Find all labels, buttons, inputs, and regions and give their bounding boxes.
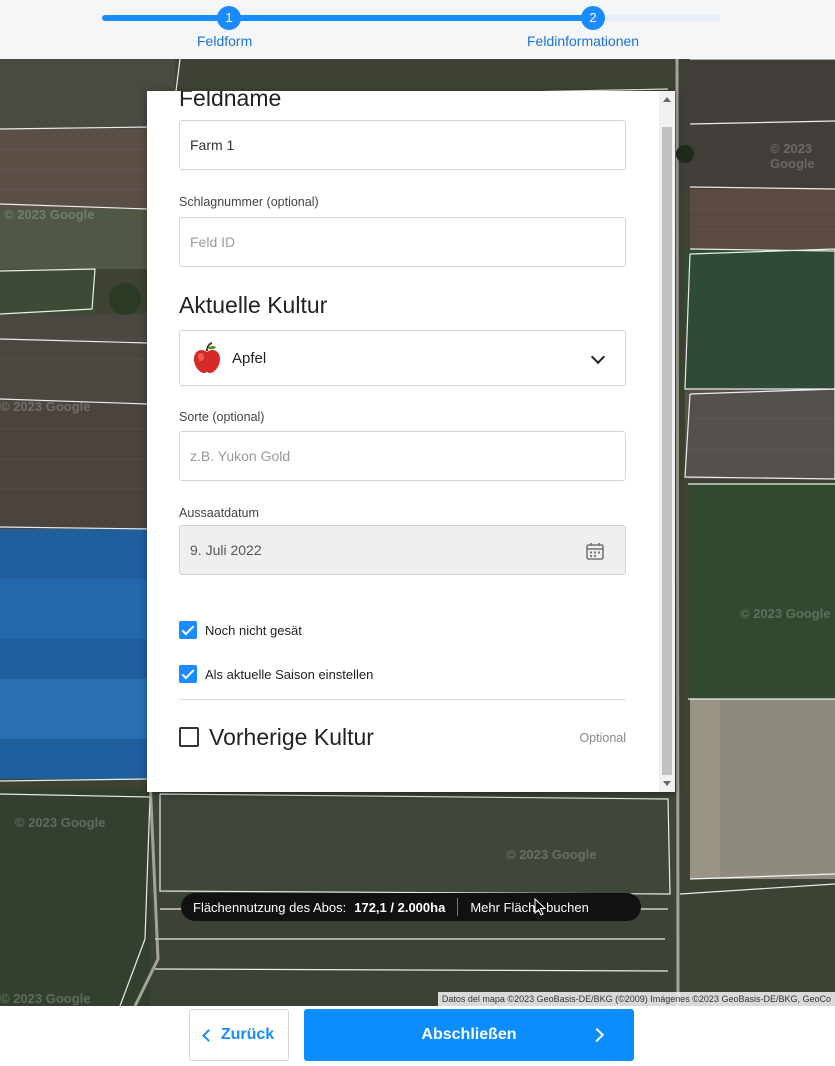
previous-crop-label[interactable]: Vorherige Kultur xyxy=(209,724,374,751)
mouse-cursor-icon xyxy=(534,898,546,916)
field-info-dialog: Feldname Schlagnummer (optional) Aktuell… xyxy=(147,91,675,792)
map-watermark: © 2023 Google xyxy=(740,606,831,621)
footer-actions: Zurück Abschließen xyxy=(0,1006,835,1066)
plot-number-label: Schlagnummer (optional) xyxy=(179,195,319,209)
not-sown-label: Noch nicht gesät xyxy=(205,622,302,638)
stepper-progress xyxy=(102,15,592,21)
variety-input[interactable] xyxy=(179,431,626,481)
apple-icon xyxy=(194,342,220,373)
subscription-usage-bar: Flächennutzung des Abos: 172,1 / 2.000ha… xyxy=(181,893,641,921)
previous-crop-checkbox[interactable] xyxy=(179,727,199,747)
scrollbar-thumb[interactable] xyxy=(662,127,672,775)
sowing-date-label: Aussaatdatum xyxy=(179,506,259,520)
current-crop-value: Apfel xyxy=(232,349,267,367)
chevron-down-icon xyxy=(590,349,606,365)
section-divider xyxy=(179,699,626,700)
map-watermark: © 2023 Google xyxy=(506,847,597,862)
back-button[interactable]: Zurück xyxy=(189,1009,289,1061)
scroll-up-arrow-icon[interactable] xyxy=(663,97,671,102)
current-crop-select[interactable]: Apfel xyxy=(179,330,626,386)
step-1-indicator[interactable]: 1 xyxy=(217,6,241,30)
current-crop-heading: Aktuelle Kultur xyxy=(179,292,328,318)
scroll-down-arrow-icon[interactable] xyxy=(663,781,671,786)
field-name-heading: Feldname xyxy=(179,91,282,111)
back-button-label: Zurück xyxy=(220,1026,275,1043)
current-season-checkbox-row[interactable]: Als aktuelle Saison einstellen xyxy=(179,665,373,683)
sowing-date-value: 9. Juli 2022 xyxy=(190,542,262,558)
step-1-label[interactable]: Feldform xyxy=(197,33,252,49)
progress-stepper: 1 Feldform 2 Feldinformationen xyxy=(0,0,835,59)
map-watermark: © 2023 Google xyxy=(4,207,95,222)
map-watermark: © 2023 Google xyxy=(0,399,91,414)
finish-button[interactable]: Abschließen xyxy=(304,1009,634,1061)
chevron-right-icon xyxy=(589,1027,605,1043)
dialog-scrollbar[interactable] xyxy=(659,91,675,792)
map-attribution: Datos del mapa ©2023 GeoBasis-DE/BKG (©2… xyxy=(437,992,835,1006)
not-sown-checkbox-row[interactable]: Noch nicht gesät xyxy=(179,621,302,639)
map-watermark: © 2023 Google xyxy=(0,991,91,1006)
plot-number-input[interactable] xyxy=(179,217,626,267)
step-2-indicator: 2 xyxy=(581,6,605,30)
usage-value: 172,1 / 2.000ha xyxy=(354,899,446,915)
variety-label: Sorte (optional) xyxy=(179,410,265,424)
usage-label: Flächennutzung des Abos: xyxy=(193,899,347,915)
book-more-area-link[interactable]: Mehr Fläche buchen xyxy=(470,900,589,915)
current-season-checkbox[interactable] xyxy=(179,665,197,683)
current-season-label: Als aktuelle Saison einstellen xyxy=(205,666,374,682)
field-name-input[interactable] xyxy=(179,120,626,170)
chevron-left-icon xyxy=(201,1028,215,1042)
previous-crop-optional-tag: Optional xyxy=(579,731,626,745)
sowing-date-field[interactable]: 9. Juli 2022 xyxy=(179,525,626,575)
usage-separator xyxy=(457,898,459,916)
finish-button-label: Abschließen xyxy=(421,1026,517,1043)
map-watermark: © 2023 Google xyxy=(15,815,106,830)
not-sown-checkbox[interactable] xyxy=(179,621,197,639)
calendar-icon[interactable] xyxy=(585,541,605,561)
map-watermark: © 2023 Google xyxy=(770,141,815,171)
step-2-label: Feldinformationen xyxy=(527,33,640,49)
